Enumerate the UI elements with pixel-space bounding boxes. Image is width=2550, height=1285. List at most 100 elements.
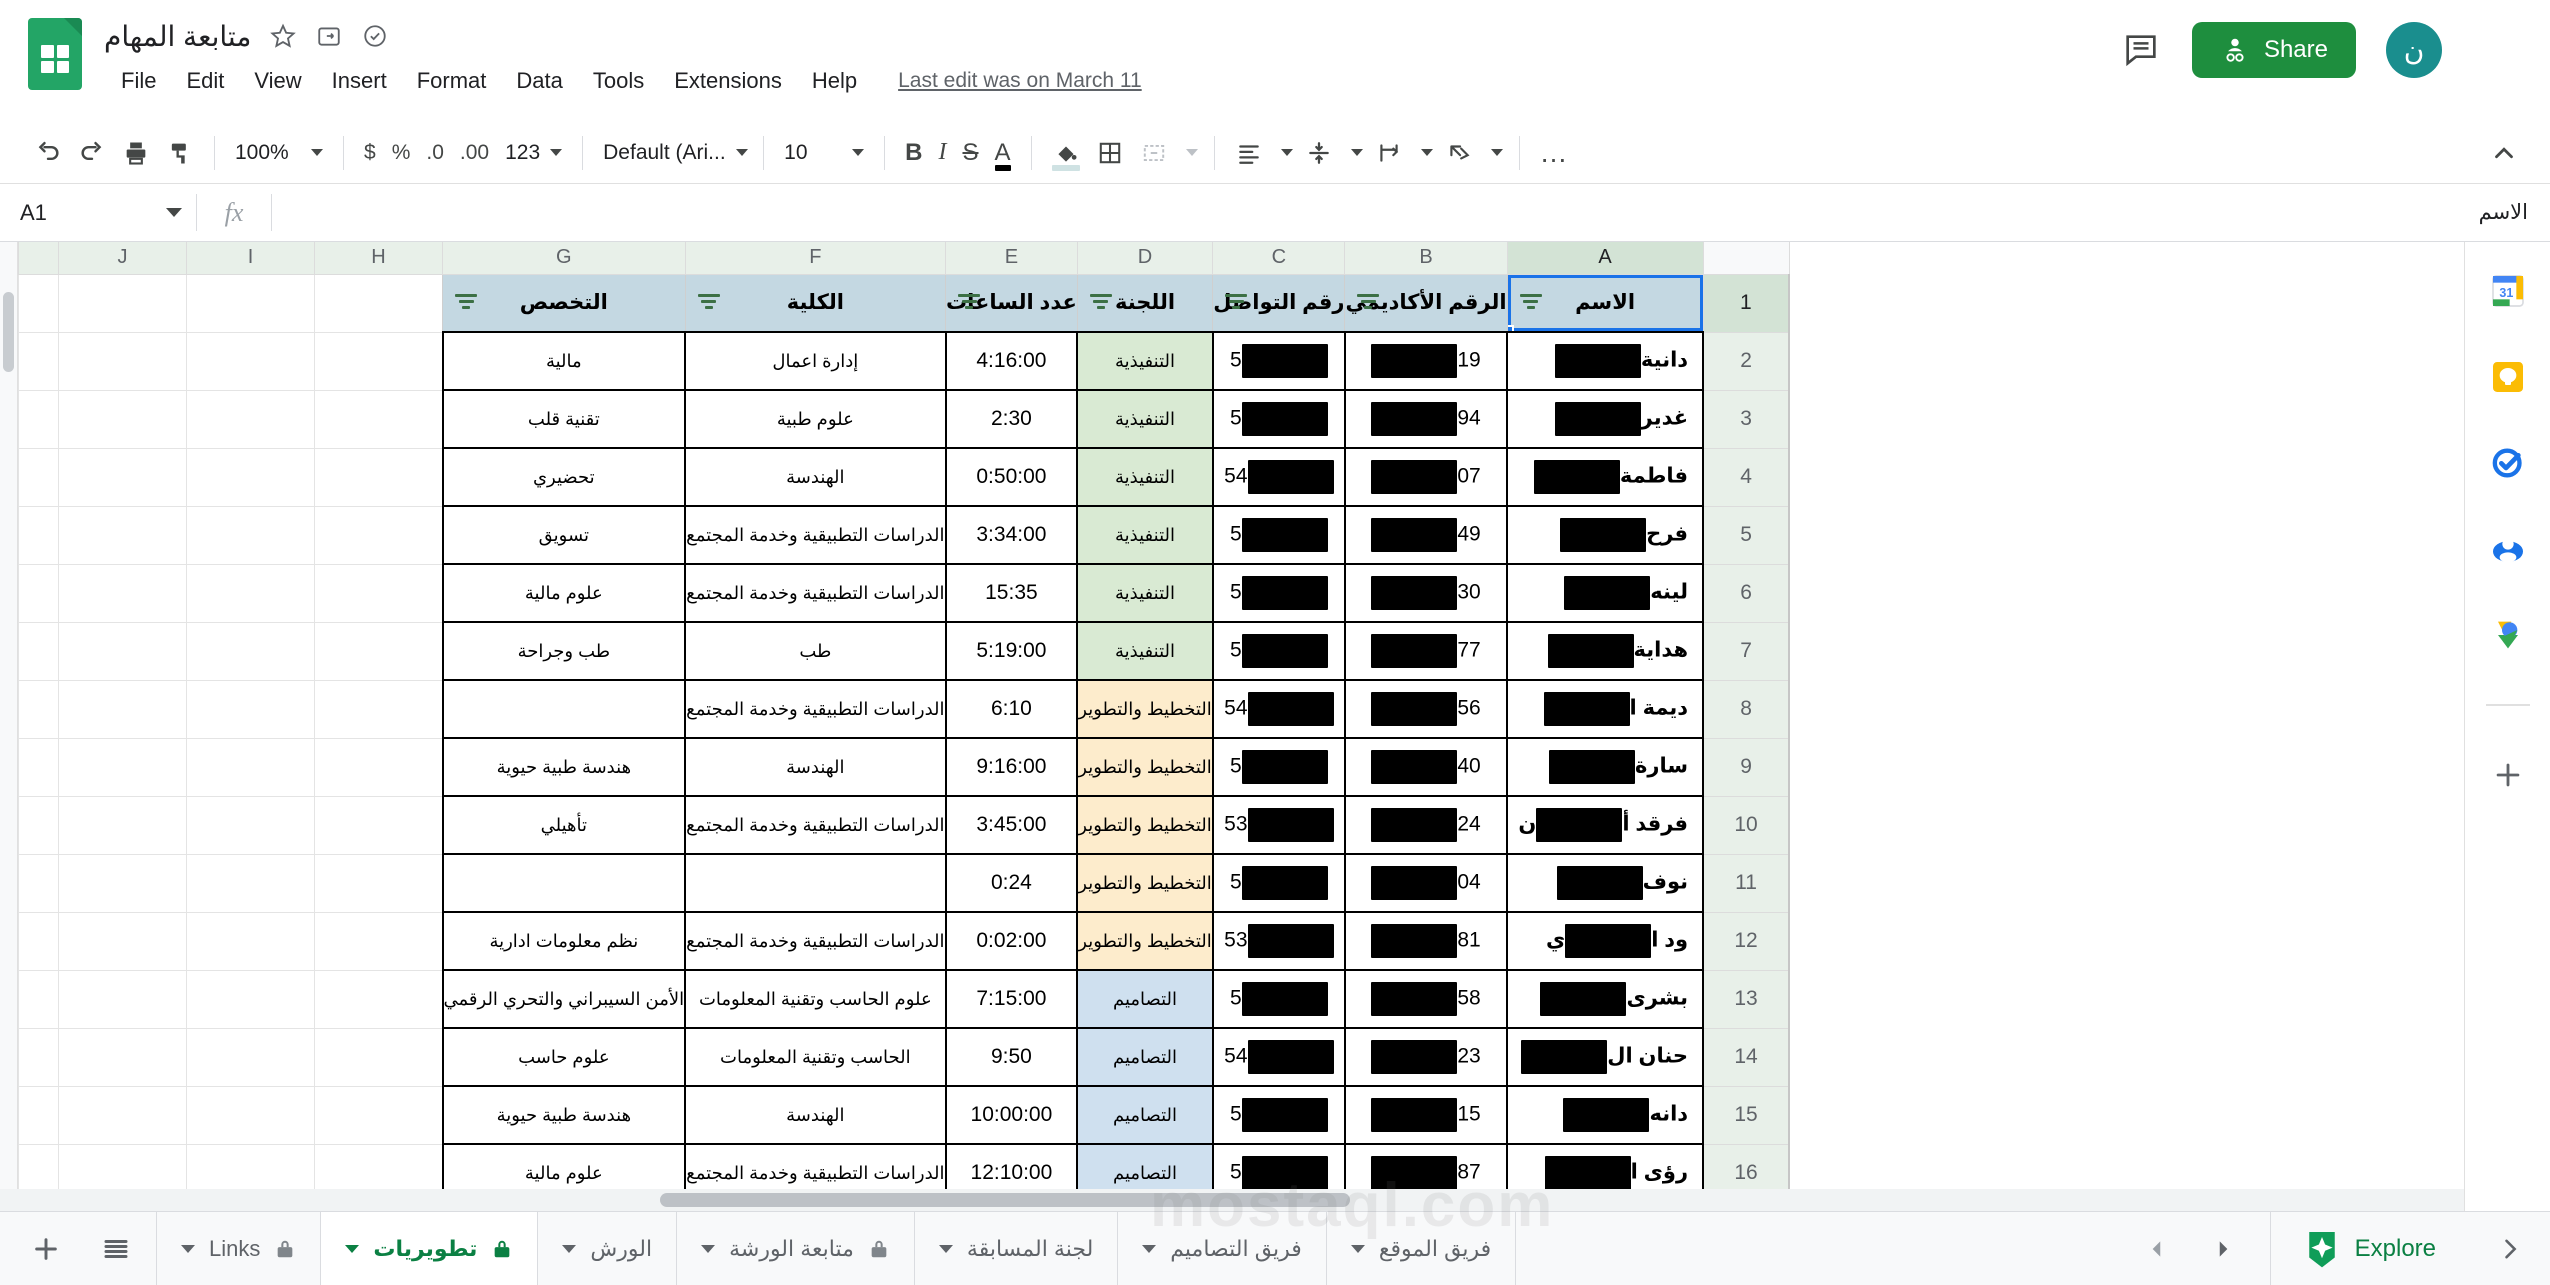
cell-h1[interactable]: [314, 273, 443, 333]
sheets-logo-icon[interactable]: [28, 18, 82, 92]
cell-j13[interactable]: [58, 969, 187, 1029]
cell-extra6[interactable]: [18, 563, 59, 623]
cell-e3[interactable]: 2:30: [944, 389, 1079, 449]
cell-extra4[interactable]: [18, 447, 59, 507]
cell-i1[interactable]: [186, 273, 315, 333]
horizontal-align-caret[interactable]: [1271, 131, 1297, 175]
cell-d5[interactable]: التنفيذية: [1076, 505, 1214, 565]
row-header-15[interactable]: 15: [1702, 1085, 1791, 1145]
row-header-12[interactable]: 12: [1702, 911, 1791, 971]
chevron-down-icon[interactable]: [938, 1244, 953, 1253]
cell-b10[interactable]: 24: [1343, 795, 1509, 855]
column-header-i[interactable]: I: [186, 242, 315, 275]
row-header-3[interactable]: 3: [1702, 389, 1791, 449]
cell-j10[interactable]: [58, 795, 187, 855]
cell-h6[interactable]: [314, 563, 443, 623]
menu-data[interactable]: Data: [501, 63, 577, 99]
cell-f7[interactable]: طب: [684, 621, 947, 681]
cell-i8[interactable]: [186, 679, 315, 739]
cell-a8[interactable]: ديمة ا: [1506, 679, 1705, 739]
add-sheet-icon[interactable]: [24, 1227, 68, 1271]
cell-b1[interactable]: الرقم الأكاديمي: [1344, 273, 1508, 333]
cell-c4[interactable]: 54: [1211, 447, 1346, 507]
cell-c3[interactable]: 5: [1211, 389, 1346, 449]
borders-icon[interactable]: [1088, 131, 1132, 175]
menu-extensions[interactable]: Extensions: [659, 63, 797, 99]
cell-c12[interactable]: 53: [1211, 911, 1346, 971]
cell-f1[interactable]: الكلية: [684, 273, 947, 333]
decrease-decimal-button[interactable]: .0: [418, 131, 452, 175]
row-header-5[interactable]: 5: [1702, 505, 1791, 565]
cell-a13[interactable]: بشرى: [1506, 969, 1705, 1029]
cell-a15[interactable]: دانه: [1506, 1085, 1705, 1145]
bold-button[interactable]: B: [897, 131, 930, 175]
cell-d15[interactable]: التصاميم: [1076, 1085, 1214, 1145]
cell-b13[interactable]: 58: [1343, 969, 1509, 1029]
row-header-10[interactable]: 10: [1702, 795, 1791, 855]
cell-i13[interactable]: [186, 969, 315, 1029]
cell-a11[interactable]: نوف: [1506, 853, 1705, 913]
cell-b7[interactable]: 77: [1343, 621, 1509, 681]
cell-b12[interactable]: 81: [1343, 911, 1509, 971]
cell-extra1[interactable]: [18, 273, 59, 333]
row-header-8[interactable]: 8: [1702, 679, 1791, 739]
row-header-9[interactable]: 9: [1702, 737, 1791, 797]
cell-g10[interactable]: تأهيلي: [441, 795, 687, 855]
text-wrapping-caret[interactable]: [1411, 131, 1437, 175]
zoom-selector[interactable]: 100%: [227, 131, 331, 175]
cell-i2[interactable]: [186, 331, 315, 391]
cell-b9[interactable]: 40: [1343, 737, 1509, 797]
row-header-13[interactable]: 13: [1702, 969, 1791, 1029]
cell-e5[interactable]: 3:34:00: [944, 505, 1079, 565]
cell-f8[interactable]: الدراسات التطبيقية وخدمة المجتمع: [684, 679, 947, 739]
cell-j5[interactable]: [58, 505, 187, 565]
cell-h2[interactable]: [314, 331, 443, 391]
cell-g15[interactable]: هندسة طبية حيوية: [441, 1085, 687, 1145]
cell-a7[interactable]: هداية: [1506, 621, 1705, 681]
cell-h13[interactable]: [314, 969, 443, 1029]
filter-icon[interactable]: [696, 293, 722, 312]
grid-scroll-region[interactable]: A B C D E F G H I J 1 الاسم الرقم الأكاديم…: [18, 242, 2464, 1211]
cell-h7[interactable]: [314, 621, 443, 681]
row-header-2[interactable]: 2: [1702, 331, 1791, 391]
cell-e7[interactable]: 5:19:00: [944, 621, 1079, 681]
row-header-11[interactable]: 11: [1702, 853, 1791, 913]
cell-a9[interactable]: سارة: [1506, 737, 1705, 797]
sheet-tab-6[interactable]: فريق الموقع: [1327, 1212, 1517, 1285]
menu-format[interactable]: Format: [402, 63, 502, 99]
redo-icon[interactable]: [70, 131, 114, 175]
cell-d4[interactable]: التنفيذية: [1076, 447, 1214, 507]
menu-view[interactable]: View: [239, 63, 316, 99]
tasks-icon[interactable]: [2485, 440, 2531, 486]
cell-b3[interactable]: 94: [1343, 389, 1509, 449]
cell-i9[interactable]: [186, 737, 315, 797]
cell-f6[interactable]: الدراسات التطبيقية وخدمة المجتمع: [684, 563, 947, 623]
cell-g8[interactable]: [441, 679, 687, 739]
cell-j8[interactable]: [58, 679, 187, 739]
text-rotation-caret[interactable]: [1481, 131, 1507, 175]
number-format-selector[interactable]: 123: [497, 131, 570, 175]
cell-e10[interactable]: 3:45:00: [944, 795, 1079, 855]
row-header-6[interactable]: 6: [1702, 563, 1791, 623]
cell-i11[interactable]: [186, 853, 315, 913]
cell-c11[interactable]: 5: [1211, 853, 1346, 913]
cell-h8[interactable]: [314, 679, 443, 739]
select-all-corner[interactable]: [1702, 242, 1790, 275]
cell-j9[interactable]: [58, 737, 187, 797]
cell-f10[interactable]: الدراسات التطبيقية وخدمة المجتمع: [684, 795, 947, 855]
cell-c2[interactable]: 5: [1211, 331, 1346, 391]
cell-d11[interactable]: التخطيط والتطوير: [1076, 853, 1214, 913]
collapse-toolbar-icon[interactable]: [2482, 131, 2526, 175]
name-box[interactable]: A1: [0, 184, 196, 241]
sheet-tab-3[interactable]: متابعة الورشة: [677, 1212, 915, 1285]
cell-d2[interactable]: التنفيذية: [1076, 331, 1214, 391]
italic-button[interactable]: I: [930, 131, 954, 175]
horizontal-align-icon[interactable]: [1227, 131, 1271, 175]
cell-i7[interactable]: [186, 621, 315, 681]
cell-j4[interactable]: [58, 447, 187, 507]
cell-extra10[interactable]: [18, 795, 59, 855]
move-to-folder-icon[interactable]: [315, 22, 343, 50]
vertical-align-caret[interactable]: [1341, 131, 1367, 175]
column-header-b[interactable]: B: [1344, 242, 1508, 275]
cell-f14[interactable]: الحاسب وتقنية المعلومات: [684, 1027, 947, 1087]
